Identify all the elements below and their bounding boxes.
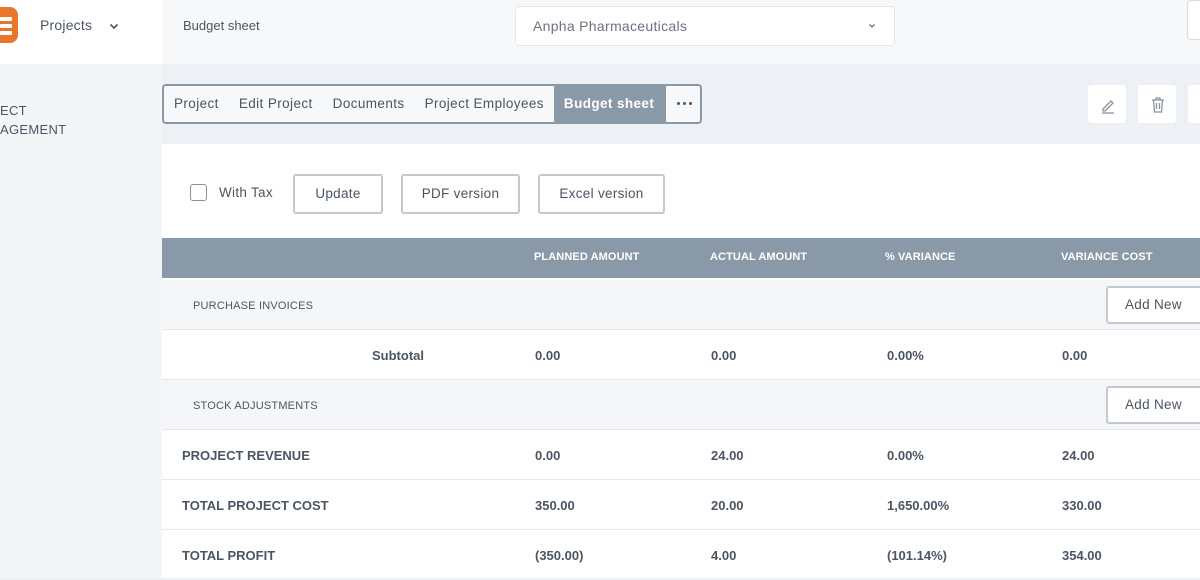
with-tax-checkbox[interactable] xyxy=(190,184,207,201)
subtotal-actual: 0.00 xyxy=(711,348,737,363)
subtotal-variance-cost: 0.00 xyxy=(1062,348,1088,363)
profit-planned: (350.00) xyxy=(535,548,584,563)
budget-panel: With Tax Update PDF version Excel versio… xyxy=(162,144,1200,578)
subtotal-label: Subtotal xyxy=(372,348,424,363)
revenue-actual: 24.00 xyxy=(711,448,744,463)
app-logo-icon[interactable] xyxy=(0,7,18,43)
breadcrumb: Budget sheet xyxy=(183,18,260,33)
section-label-line1: ECT xyxy=(0,103,27,118)
cost-planned: 350.00 xyxy=(535,498,575,513)
chevron-down-icon xyxy=(869,24,875,28)
user-menu-button[interactable] xyxy=(1187,0,1200,40)
cost-variance-cost: 330.00 xyxy=(1062,498,1102,513)
project-revenue-row: PROJECT REVENUE 0.00 24.00 0.00% 24.00 xyxy=(162,430,1200,480)
total-project-cost-row: TOTAL PROJECT COST 350.00 20.00 1,650.00… xyxy=(162,480,1200,530)
pencil-icon xyxy=(1102,100,1114,114)
header-variance-pct: % VARIANCE xyxy=(885,251,956,263)
cost-label: TOTAL PROJECT COST xyxy=(182,498,329,513)
company-select-value: Anpha Pharmaceuticals xyxy=(533,18,688,34)
header-actual-amount: ACTUAL AMOUNT xyxy=(710,251,808,263)
excel-version-button[interactable]: Excel version xyxy=(538,174,665,214)
company-select[interactable]: Anpha Pharmaceuticals xyxy=(515,6,895,46)
revenue-variance-pct: 0.00% xyxy=(887,448,924,463)
tab-documents[interactable]: Documents xyxy=(323,86,415,122)
profit-variance-cost: 354.00 xyxy=(1062,548,1102,563)
revenue-variance-cost: 24.00 xyxy=(1062,448,1095,463)
profit-actual: 4.00 xyxy=(711,548,737,563)
chevron-down-icon[interactable] xyxy=(108,20,120,32)
tab-edit-project[interactable]: Edit Project xyxy=(229,86,323,122)
more-actions-button[interactable] xyxy=(1187,84,1200,124)
add-purchase-invoice-button[interactable]: Add New xyxy=(1106,286,1200,324)
stock-adjustments-row: STOCK ADJUSTMENTS Add New xyxy=(162,380,1200,430)
table-header: PLANNED AMOUNT ACTUAL AMOUNT % VARIANCE … xyxy=(162,238,1200,278)
stock-adjustments-label: STOCK ADJUSTMENTS xyxy=(193,400,318,412)
more-tabs-button[interactable] xyxy=(664,86,700,122)
cost-actual: 20.00 xyxy=(711,498,744,513)
header-variance-cost: VARIANCE COST xyxy=(1061,251,1153,263)
header-planned-amount: PLANNED AMOUNT xyxy=(534,251,640,263)
update-button[interactable]: Update xyxy=(293,174,383,214)
tab-project[interactable]: Project xyxy=(164,86,229,122)
subtotal-planned: 0.00 xyxy=(535,348,561,363)
tab-budget-sheet[interactable]: Budget sheet xyxy=(553,86,665,122)
with-tax-label[interactable]: With Tax xyxy=(219,185,273,200)
add-stock-adjustment-button[interactable]: Add New xyxy=(1106,386,1200,424)
project-tabs: Project Edit Project Documents Project E… xyxy=(162,84,703,124)
profit-variance-pct: (101.14%) xyxy=(887,548,947,563)
purchase-invoices-label: PURCHASE INVOICES xyxy=(193,300,314,312)
total-profit-row: TOTAL PROFIT (350.00) 4.00 (101.14%) 354… xyxy=(162,530,1200,580)
purchase-invoices-row: PURCHASE INVOICES Add New xyxy=(162,280,1200,330)
trash-icon xyxy=(1152,97,1164,113)
sidebar: Projects ECT AGEMENT xyxy=(0,0,162,578)
profit-label: TOTAL PROFIT xyxy=(182,548,276,563)
revenue-planned: 0.00 xyxy=(535,448,561,463)
sidebar-header: Projects xyxy=(0,0,162,64)
section-label-line2: AGEMENT xyxy=(0,122,67,137)
cost-variance-pct: 1,650.00% xyxy=(887,498,950,513)
sidebar-section-label[interactable]: ECT AGEMENT xyxy=(0,101,66,139)
projects-menu[interactable]: Projects xyxy=(40,17,92,33)
edit-button[interactable] xyxy=(1087,84,1127,124)
tab-project-employees[interactable]: Project Employees xyxy=(415,86,554,122)
subtotal-variance-pct: 0.00% xyxy=(887,348,924,363)
revenue-label: PROJECT REVENUE xyxy=(182,448,310,463)
delete-button[interactable] xyxy=(1137,84,1177,124)
pdf-version-button[interactable]: PDF version xyxy=(401,174,520,214)
subtotal-row: Subtotal 0.00 0.00 0.00% 0.00 xyxy=(162,330,1200,380)
top-bar: Budget sheet Anpha Pharmaceuticals xyxy=(162,0,1200,64)
